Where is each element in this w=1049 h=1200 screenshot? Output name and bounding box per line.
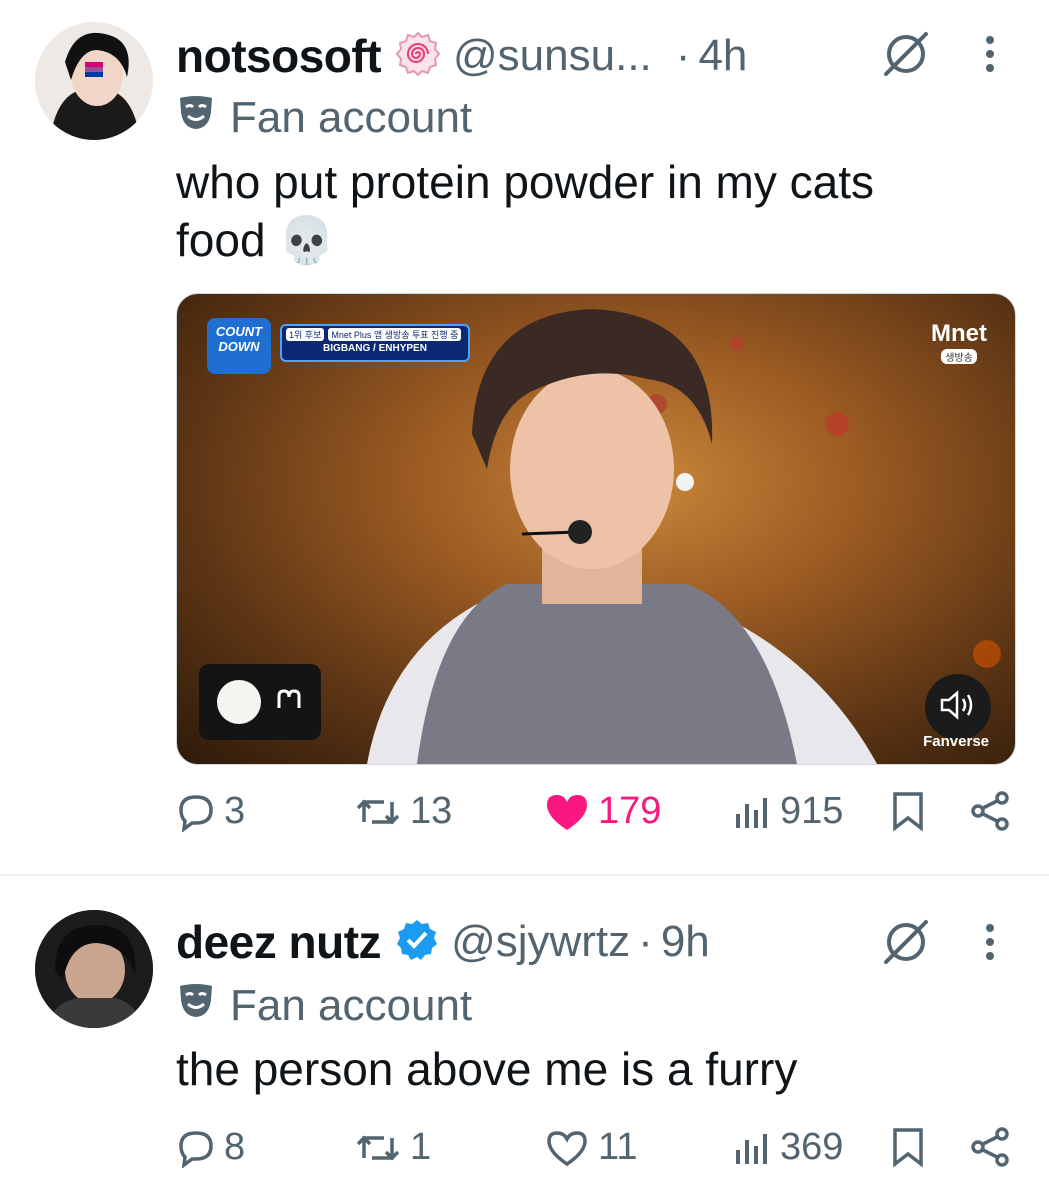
mask-icon <box>176 980 216 1031</box>
heart-filled-icon <box>547 794 587 830</box>
banner-notice: Mnet Plus 앱 생방송 투표 진행 중 <box>328 328 462 341</box>
channel-sub-text: 생방송 <box>941 349 977 364</box>
views-icon <box>736 797 767 828</box>
repost-icon <box>356 1135 400 1160</box>
share-icon <box>971 791 1009 831</box>
verified-badge-icon <box>395 918 439 967</box>
repost-count: 1 <box>410 1126 432 1168</box>
bookmark-button[interactable] <box>888 1126 936 1168</box>
mask-icon <box>176 92 216 143</box>
tweet-2[interactable]: deez nutz @sjywrtz · 9h Fan account the … <box>0 878 1049 1200</box>
share-button[interactable] <box>968 1126 1020 1168</box>
handle[interactable]: @sunsu... <box>453 31 652 81</box>
bookmark-icon <box>893 1128 923 1168</box>
show-logo: COUNT DOWN <box>207 318 271 374</box>
tweet-actions: 8 1 11 369 <box>176 1126 1016 1186</box>
more-options-icon[interactable] <box>978 28 1002 85</box>
timestamp[interactable]: 9h <box>661 917 710 967</box>
reply-count: 8 <box>224 1126 246 1168</box>
volume-button[interactable] <box>925 674 991 740</box>
handle[interactable]: @sjywrtz <box>451 917 630 967</box>
repost-count: 13 <box>410 790 453 832</box>
fan-account-label: Fan account <box>176 980 472 1031</box>
tweet-text: the person above me is a furry <box>176 1040 996 1098</box>
separator-dot: · <box>675 31 691 80</box>
reply-icon <box>179 794 213 832</box>
tweet-header: notsosoft @sunsu... · 4h <box>176 28 747 84</box>
heart-outline-icon <box>547 1130 587 1166</box>
grok-slash-icon[interactable] <box>880 916 932 973</box>
like-button[interactable]: 11 <box>544 1126 637 1169</box>
tweet-text-line: food 💀 <box>176 214 336 266</box>
spiral-badge-icon <box>395 31 441 82</box>
views-count: 369 <box>780 1126 844 1168</box>
tweet-1[interactable]: notsosoft @sunsu... · 4h Fan account who… <box>0 0 1049 875</box>
repost-icon <box>356 799 400 824</box>
more-options-icon[interactable] <box>978 916 1002 973</box>
reply-count: 3 <box>224 790 246 832</box>
bookmark-button[interactable] <box>888 790 936 832</box>
fan-account-label: Fan account <box>176 92 472 143</box>
like-button[interactable]: 179 <box>544 790 661 833</box>
tweet-text-line: the person above me is a furry <box>176 1043 798 1095</box>
show-logo-text: DOWN <box>218 339 260 354</box>
display-name[interactable]: notsosoft <box>176 29 382 83</box>
channel-logo: Mnet 생방송 <box>931 320 987 366</box>
tweet-actions: 3 13 179 915 <box>176 790 1016 850</box>
views-count: 915 <box>780 790 844 832</box>
tweet-header: deez nutz @sjywrtz · 9h <box>176 914 710 970</box>
avatar[interactable] <box>35 910 153 1028</box>
display-name[interactable]: deez nutz <box>176 915 382 969</box>
watermark: Fanverse <box>923 733 989 750</box>
views-button[interactable]: 369 <box>732 1126 843 1169</box>
banner-candidates: BIGBANG / ENHYPEN <box>323 343 427 354</box>
fanverse-m-icon <box>275 686 303 719</box>
repost-button[interactable]: 13 <box>354 790 452 833</box>
fanverse-avatar-icon <box>217 680 261 724</box>
views-button[interactable]: 915 <box>732 790 843 833</box>
bookmark-icon <box>893 792 923 832</box>
fan-account-text: Fan account <box>230 92 473 142</box>
views-icon <box>736 1133 767 1164</box>
banner-rank: 1위 후보 <box>286 328 325 341</box>
share-icon <box>971 1127 1009 1167</box>
share-button[interactable] <box>968 790 1020 832</box>
video-player[interactable]: COUNT DOWN 1위 후보 Mnet Plus 앱 생방송 투표 진행 중… <box>176 293 1016 765</box>
volume-icon <box>939 688 977 727</box>
grok-slash-icon[interactable] <box>880 28 932 85</box>
tweet-divider <box>0 874 1049 876</box>
repost-button[interactable]: 1 <box>354 1126 431 1169</box>
reply-button[interactable]: 3 <box>176 790 245 833</box>
timestamp[interactable]: 4h <box>698 31 747 81</box>
reply-icon <box>179 1130 213 1168</box>
fanverse-overlay[interactable] <box>199 664 321 740</box>
like-count: 11 <box>598 1126 638 1168</box>
channel-logo-text: Mnet <box>931 320 987 347</box>
show-logo-text: COUNT <box>215 324 263 339</box>
fan-account-text: Fan account <box>230 980 473 1030</box>
tweet-text: who put protein powder in my cats food 💀 <box>176 153 996 269</box>
separator-dot: · <box>638 917 653 966</box>
vote-banner: 1위 후보 Mnet Plus 앱 생방송 투표 진행 중 BIGBANG / … <box>280 324 470 362</box>
reply-button[interactable]: 8 <box>176 1126 245 1169</box>
avatar[interactable] <box>35 22 153 140</box>
tweet-text-line: who put protein powder in my cats <box>176 156 875 208</box>
like-count: 179 <box>598 790 662 832</box>
